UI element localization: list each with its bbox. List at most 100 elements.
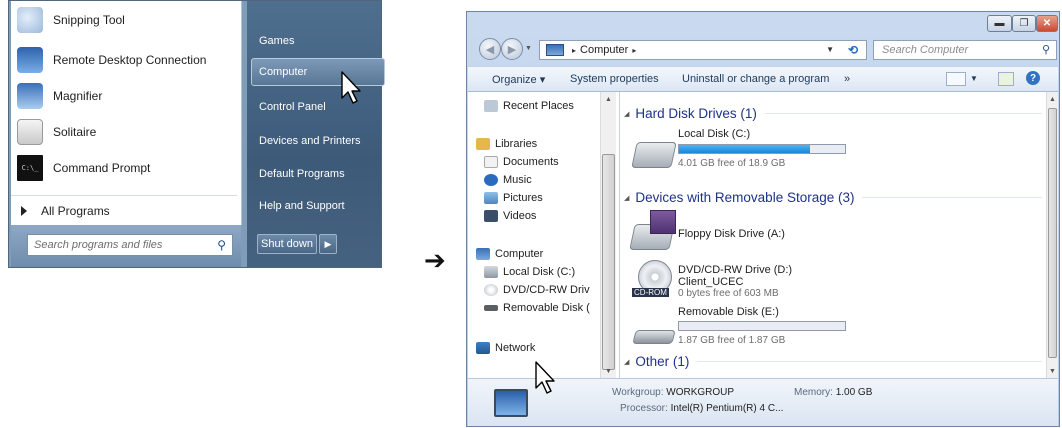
navigation-pane: Recent Places Libraries Documents Music … bbox=[468, 92, 620, 378]
nav-label: Libraries bbox=[495, 138, 538, 150]
navigation-scrollbar[interactable]: ▲ ▼ bbox=[600, 92, 616, 378]
start-item-magnifier[interactable]: Magnifier bbox=[17, 79, 237, 113]
collapse-triangle-icon: ◢ bbox=[624, 358, 630, 366]
nav-item-recent-places[interactable]: Recent Places bbox=[484, 100, 574, 112]
group-other[interactable]: ◢ Other (1) bbox=[624, 354, 1042, 369]
scrollbar-thumb[interactable] bbox=[602, 154, 615, 370]
nav-item-libraries[interactable]: Libraries bbox=[476, 138, 537, 150]
address-bar[interactable]: ▸ Computer ▸ ▼ ⟲ bbox=[539, 40, 867, 60]
start-link-computer[interactable]: Computer bbox=[259, 58, 383, 86]
start-menu-separator bbox=[11, 195, 237, 196]
drive-d-free: 0 bytes free of 603 MB bbox=[678, 288, 779, 299]
start-item-solitaire[interactable]: Solitaire bbox=[17, 115, 237, 149]
preview-pane-icon[interactable] bbox=[998, 72, 1014, 86]
nav-label: Documents bbox=[503, 156, 559, 168]
nav-item-dvd-drive[interactable]: DVD/CD-RW Driv bbox=[484, 284, 590, 296]
drive-e-free: 1.87 GB free of 1.87 GB bbox=[678, 335, 786, 346]
scrollbar-thumb[interactable] bbox=[1048, 108, 1057, 358]
search-input[interactable]: Search Computer ⚲ bbox=[873, 40, 1057, 60]
group-removable-storage[interactable]: ◢ Devices with Removable Storage (3) bbox=[624, 190, 1042, 205]
computer-icon bbox=[494, 389, 528, 417]
system-properties-button[interactable]: System properties bbox=[570, 73, 659, 85]
nav-item-videos[interactable]: Videos bbox=[484, 210, 536, 222]
drive-c-name[interactable]: Local Disk (C:) bbox=[678, 128, 750, 140]
drive-a-name[interactable]: Floppy Disk Drive (A:) bbox=[678, 228, 785, 240]
nav-label: Network bbox=[495, 342, 536, 354]
start-link-default-programs[interactable]: Default Programs bbox=[259, 160, 383, 188]
nav-label: DVD/CD-RW Driv bbox=[503, 284, 590, 296]
drive-c-usage-bar bbox=[678, 144, 846, 154]
maximize-button[interactable]: ❐ bbox=[1012, 15, 1036, 32]
drive-e-name[interactable]: Removable Disk (E:) bbox=[678, 306, 779, 318]
search-icon: ⚲ bbox=[1041, 44, 1050, 56]
start-link-label: Help and Support bbox=[259, 200, 345, 212]
address-dropdown-icon[interactable]: ▼ bbox=[826, 45, 834, 54]
terminal-icon: C:\_ bbox=[17, 155, 43, 181]
removable-disk-icon bbox=[632, 330, 676, 344]
nav-item-music[interactable]: Music bbox=[484, 174, 532, 186]
close-button[interactable]: ✕ bbox=[1036, 15, 1058, 32]
all-programs-button[interactable]: All Programs bbox=[11, 199, 239, 223]
memory-info: Memory: 1.00 GB bbox=[794, 387, 872, 398]
drive-c-free: 4.01 GB free of 18.9 GB bbox=[678, 158, 786, 169]
nav-label: Videos bbox=[503, 210, 537, 222]
more-commands-button[interactable]: » bbox=[844, 73, 850, 85]
nav-item-pictures[interactable]: Pictures bbox=[484, 192, 543, 204]
start-link-control-panel[interactable]: Control Panel bbox=[259, 93, 383, 121]
nav-item-computer[interactable]: Computer bbox=[476, 248, 543, 260]
start-link-label: Computer bbox=[259, 66, 308, 78]
start-item-snipping-tool[interactable]: Snipping Tool bbox=[17, 3, 237, 37]
start-item-remote-desktop[interactable]: Remote Desktop Connection bbox=[17, 43, 237, 77]
recent-places-icon bbox=[484, 100, 498, 112]
organize-button[interactable]: Organize ▾ bbox=[492, 73, 545, 86]
minimize-button[interactable]: ▬ bbox=[987, 15, 1012, 32]
breadcrumb-separator: ▸ bbox=[572, 45, 577, 55]
uninstall-program-button[interactable]: Uninstall or change a program bbox=[682, 73, 829, 85]
collapse-triangle-icon: ◢ bbox=[624, 110, 630, 118]
content-scrollbar[interactable]: ▲ ▼ bbox=[1046, 92, 1058, 378]
memory-value: 1.00 GB bbox=[835, 387, 873, 398]
workgroup-value: WORKGROUP bbox=[666, 387, 735, 398]
start-item-label: Magnifier bbox=[53, 89, 103, 103]
breadcrumb-separator: ▸ bbox=[632, 45, 637, 55]
memory-label: Memory: bbox=[794, 387, 833, 398]
start-link-games[interactable]: Games bbox=[259, 27, 383, 55]
chevron-down-icon[interactable]: ▼ bbox=[970, 74, 978, 83]
nav-item-removable-disk[interactable]: Removable Disk ( bbox=[484, 302, 590, 314]
shutdown-options-button[interactable]: ▶ bbox=[319, 234, 337, 254]
start-item-label: Remote Desktop Connection bbox=[53, 53, 207, 67]
shutdown-button[interactable]: Shut down bbox=[257, 234, 317, 254]
start-item-command-prompt[interactable]: C:\_ Command Prompt bbox=[17, 151, 237, 185]
drive-d-name[interactable]: DVD/CD-RW Drive (D:) bbox=[678, 264, 792, 276]
cd-rom-tag: CD-ROM bbox=[632, 288, 669, 297]
back-button[interactable]: ◀ bbox=[479, 38, 501, 60]
cards-icon bbox=[17, 119, 43, 145]
nav-item-documents[interactable]: Documents bbox=[484, 156, 559, 168]
start-item-label: Snipping Tool bbox=[53, 13, 125, 27]
collapse-triangle-icon: ◢ bbox=[624, 194, 630, 202]
group-divider bbox=[764, 113, 1042, 114]
nav-label: Recent Places bbox=[503, 100, 574, 112]
nav-label: Music bbox=[503, 174, 532, 186]
scroll-down-icon[interactable]: ▼ bbox=[605, 368, 612, 375]
processor-value: Intel(R) Pentium(R) 4 C... bbox=[670, 403, 784, 414]
change-view-icon[interactable] bbox=[946, 72, 966, 86]
group-hard-disk-drives[interactable]: ◢ Hard Disk Drives (1) bbox=[624, 106, 1042, 121]
nav-item-network[interactable]: Network bbox=[476, 342, 535, 354]
refresh-icon[interactable]: ⟲ bbox=[848, 43, 858, 57]
help-icon[interactable]: ? bbox=[1026, 71, 1040, 85]
computer-icon bbox=[546, 44, 564, 56]
nav-label: Computer bbox=[495, 248, 544, 260]
nav-item-local-disk[interactable]: Local Disk (C:) bbox=[484, 266, 575, 278]
scroll-up-icon[interactable]: ▲ bbox=[1049, 96, 1056, 103]
recent-pages-chevron-icon[interactable]: ▼ bbox=[525, 45, 532, 52]
drive-c-usage-fill bbox=[679, 145, 811, 153]
floppy-disk-icon bbox=[650, 210, 676, 234]
start-search-input[interactable]: Search programs and files ⚲ bbox=[27, 234, 233, 256]
scroll-down-icon[interactable]: ▼ bbox=[1049, 368, 1056, 375]
start-link-help-support[interactable]: Help and Support bbox=[259, 192, 383, 220]
breadcrumb-computer[interactable]: Computer bbox=[580, 44, 628, 56]
start-link-devices-printers[interactable]: Devices and Printers bbox=[259, 127, 383, 155]
forward-button[interactable]: ▶ bbox=[501, 38, 523, 60]
scroll-up-icon[interactable]: ▲ bbox=[605, 96, 612, 103]
